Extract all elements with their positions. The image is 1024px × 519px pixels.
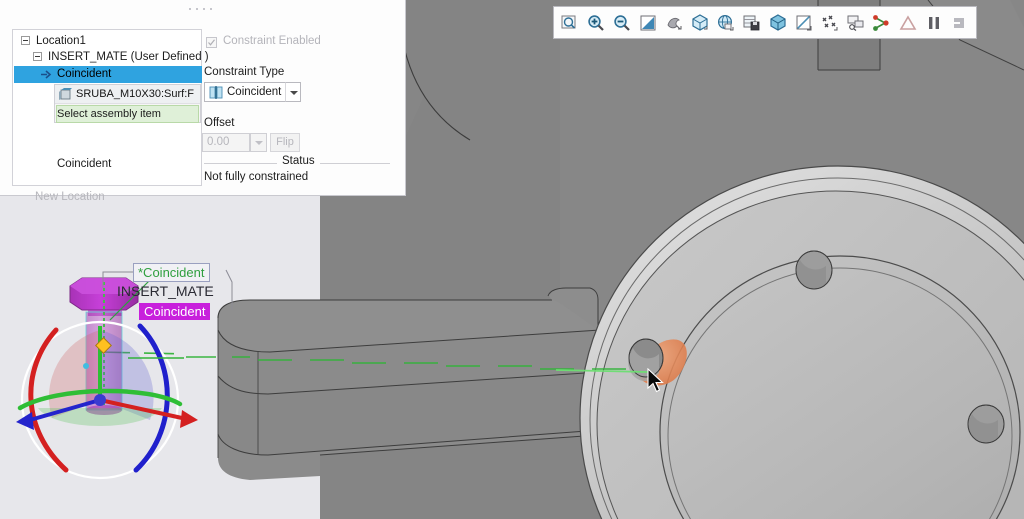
globe-view-icon[interactable] xyxy=(714,11,738,35)
points-icon[interactable] xyxy=(818,11,842,35)
constraint-dialog[interactable]: Location1 INSERT_MATE (User Defined ) Co… xyxy=(0,0,406,203)
constraint-type-dropdown-arrow[interactable] xyxy=(285,82,301,102)
offset-dropdown-arrow[interactable] xyxy=(250,133,267,152)
tree-node-location1[interactable]: Location1 xyxy=(13,33,201,49)
save-view-icon[interactable] xyxy=(740,11,764,35)
constraint-selection-box[interactable]: SRUBA_M10X30:Surf:F Select assembly item xyxy=(54,84,201,123)
new-location-item[interactable]: New Location xyxy=(35,191,105,203)
fit-view-icon[interactable] xyxy=(636,11,660,35)
warning-icon[interactable] xyxy=(896,11,920,35)
pause-icon[interactable] xyxy=(922,11,946,35)
pan-rotate-icon[interactable] xyxy=(662,11,686,35)
arrow-icon xyxy=(41,70,52,79)
constraint-tree[interactable]: Location1 INSERT_MATE (User Defined ) Co… xyxy=(12,29,209,203)
expander-icon[interactable] xyxy=(21,36,30,45)
expander-icon[interactable] xyxy=(33,52,42,61)
mouse-pointer xyxy=(647,368,664,393)
constraint-type-value: Coincident xyxy=(227,86,282,98)
constraint-secondary-label: Coincident xyxy=(57,158,112,170)
status-group-label: Status xyxy=(277,155,320,167)
flip-button[interactable]: Flip xyxy=(270,133,300,152)
coincident-applied-label[interactable]: Coincident xyxy=(139,303,211,320)
view-toolbar[interactable] xyxy=(553,6,977,39)
iso-view-icon[interactable] xyxy=(688,11,712,35)
constraint-enabled-checkbox[interactable] xyxy=(206,37,217,48)
coincident-icon xyxy=(209,86,223,99)
dialog-drag-handle[interactable] xyxy=(183,3,223,15)
tree-node-label: Coincident xyxy=(57,68,112,80)
layers-icon[interactable] xyxy=(844,11,868,35)
constraint-enabled-label: Constraint Enabled xyxy=(223,35,321,47)
zoom-window-icon[interactable] xyxy=(558,11,582,35)
flip-label: Flip xyxy=(276,136,294,148)
shaded-box-icon[interactable] xyxy=(766,11,790,35)
tree-node-insert-mate[interactable]: INSERT_MATE (User Defined ) xyxy=(13,49,209,65)
tree-node-label: INSERT_MATE (User Defined ) xyxy=(48,51,209,63)
status-message: Not fully constrained xyxy=(204,171,309,183)
zoom-out-icon[interactable] xyxy=(610,11,634,35)
flange-hole xyxy=(795,250,833,290)
tree-node-coincident-selected[interactable]: Coincident xyxy=(14,66,202,83)
constraint-icon[interactable] xyxy=(870,11,894,35)
selected-part-label: SRUBA_M10X30:Surf:F xyxy=(76,88,194,100)
insert-mate-label[interactable]: INSERT_MATE xyxy=(117,283,214,299)
offset-input[interactable]: 0.00 xyxy=(202,133,250,152)
chevron-down-icon xyxy=(290,91,298,95)
tree-node-label: Location1 xyxy=(36,35,86,47)
section-icon[interactable] xyxy=(792,11,816,35)
part-face-icon xyxy=(59,88,72,100)
constraint-type-label: Constraint Type xyxy=(204,66,285,78)
coincident-pending-label[interactable]: *Coincident xyxy=(133,263,210,282)
offset-label: Offset xyxy=(204,117,235,129)
flange-hole xyxy=(967,404,1005,444)
selected-part-row[interactable]: SRUBA_M10X30:Surf:F xyxy=(55,85,200,104)
offset-value: 0.00 xyxy=(207,136,230,148)
exit-icon[interactable] xyxy=(948,11,972,35)
chevron-down-icon xyxy=(255,141,263,145)
zoom-in-icon[interactable] xyxy=(584,11,608,35)
select-assembly-item-prompt[interactable]: Select assembly item xyxy=(56,105,199,123)
check-icon xyxy=(208,39,215,46)
select-assembly-item-label: Select assembly item xyxy=(57,108,161,120)
